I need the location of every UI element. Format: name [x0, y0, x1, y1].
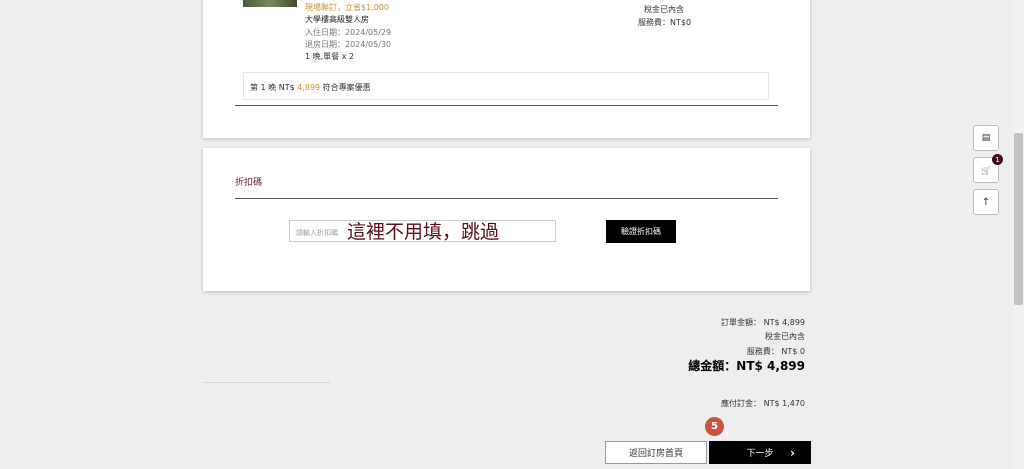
- checkout-date: 退房日期：2024/05/30: [305, 40, 392, 49]
- next-step-label: 下一步: [746, 449, 774, 459]
- chat-button[interactable]: ▤: [973, 125, 999, 151]
- back-to-home-button[interactable]: 返回訂房首頁: [605, 441, 707, 464]
- promo-note: 現場聯訂，立省$1,000: [305, 3, 389, 12]
- left-separator: [203, 382, 330, 383]
- cart-count-badge: 1: [992, 154, 1003, 165]
- nights-quantity: 1 晚,單餐 x 2: [305, 52, 355, 61]
- back-to-top-button[interactable]: ↑: [973, 189, 999, 215]
- chevron-right-icon: ›: [790, 445, 795, 460]
- night-suffix: 符合專案優惠: [320, 83, 371, 92]
- night-price-line: 第 1 晚 NT$ 4,899 符合專案優惠: [250, 82, 371, 93]
- night-price: 4,899: [297, 83, 321, 92]
- booking-divider: [235, 105, 778, 106]
- service-fee-label: 服務費：NT$0: [638, 18, 692, 27]
- checkin-date: 入住日期：2024/05/29: [305, 28, 392, 37]
- arrow-up-icon: ↑: [981, 196, 991, 208]
- booking-detail-card: [203, 0, 810, 138]
- step-badge: 5: [705, 417, 724, 436]
- apply-discount-button[interactable]: 驗證折扣碼: [606, 220, 676, 243]
- discount-title: 折扣碼: [235, 178, 263, 188]
- cart-icon: 🛒: [981, 165, 991, 175]
- night-prefix: 第 1 晚 NT$: [250, 83, 298, 92]
- hotel-thumbnail: [243, 0, 297, 7]
- tax-included-label: 稅金已內含: [644, 5, 684, 14]
- discount-divider: [235, 198, 778, 199]
- cart-button[interactable]: 🛒 1: [973, 154, 1003, 183]
- scrollbar-thumb[interactable]: [1014, 133, 1023, 305]
- next-step-button[interactable]: 下一步 ›: [709, 441, 811, 464]
- total-amount: 總金額：NT$ 4,899: [688, 359, 805, 373]
- order-amount: 訂單金額： NT$ 4,899: [721, 318, 805, 327]
- discount-placeholder: 請輸入折扣碼: [296, 229, 338, 237]
- room-name: 大學樓高級雙人房: [305, 15, 369, 24]
- overlay-note: 這裡不用填，跳過: [347, 221, 500, 243]
- step-number: 5: [711, 421, 718, 432]
- deposit-amount: 應付訂金： NT$ 1,470: [721, 399, 805, 408]
- summary-service-fee: 服務費： NT$ 0: [746, 347, 805, 356]
- summary-tax-included: 稅金已內含: [765, 332, 805, 341]
- chat-icon: ▤: [981, 133, 991, 143]
